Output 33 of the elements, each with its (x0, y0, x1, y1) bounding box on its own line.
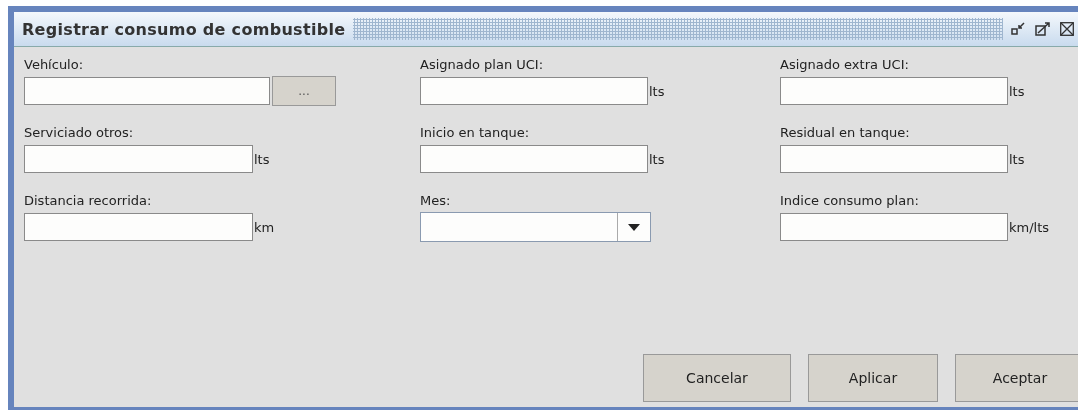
field-label: Mes: (420, 193, 452, 210)
unit-label: lts (1009, 83, 1025, 99)
field-label: Residual en tanque: (780, 125, 911, 142)
minimize-icon[interactable] (1011, 22, 1025, 36)
maximize-icon[interactable] (1035, 21, 1050, 37)
field-label: Distancia recorrida: (24, 193, 153, 210)
input-field[interactable] (24, 77, 270, 105)
field-label: Inicio en tanque: (420, 125, 531, 142)
close-icon[interactable] (1060, 22, 1074, 36)
field-label: Indice consumo plan: (780, 193, 920, 210)
unit-label: lts (254, 151, 270, 167)
input-field[interactable] (420, 145, 648, 173)
window-title: Registrar consumo de combustible (22, 19, 346, 39)
dialog-button[interactable]: Cancelar (643, 354, 791, 402)
input-field[interactable] (24, 145, 253, 173)
unit-label: km (254, 219, 275, 235)
browse-button[interactable]: ... (272, 76, 336, 106)
unit-label: km/lts (1009, 219, 1050, 235)
input-field[interactable] (780, 145, 1008, 173)
input-field[interactable] (780, 213, 1008, 241)
unit-label: lts (649, 83, 665, 99)
input-field[interactable] (24, 213, 253, 241)
input-field[interactable] (780, 77, 1008, 105)
field-label: Serviciado otros: (24, 125, 135, 142)
dialog-button[interactable]: Aceptar (955, 354, 1078, 402)
dropdown-arrow-icon[interactable] (628, 223, 640, 231)
field-label: Asignado plan UCI: (420, 57, 545, 74)
dialog-button[interactable]: Aplicar (808, 354, 938, 402)
unit-label: lts (1009, 151, 1025, 167)
field-label: Asignado extra UCI: (780, 57, 910, 74)
input-field[interactable] (420, 77, 648, 105)
unit-label: lts (649, 151, 665, 167)
field-label: Vehículo: (24, 57, 85, 74)
